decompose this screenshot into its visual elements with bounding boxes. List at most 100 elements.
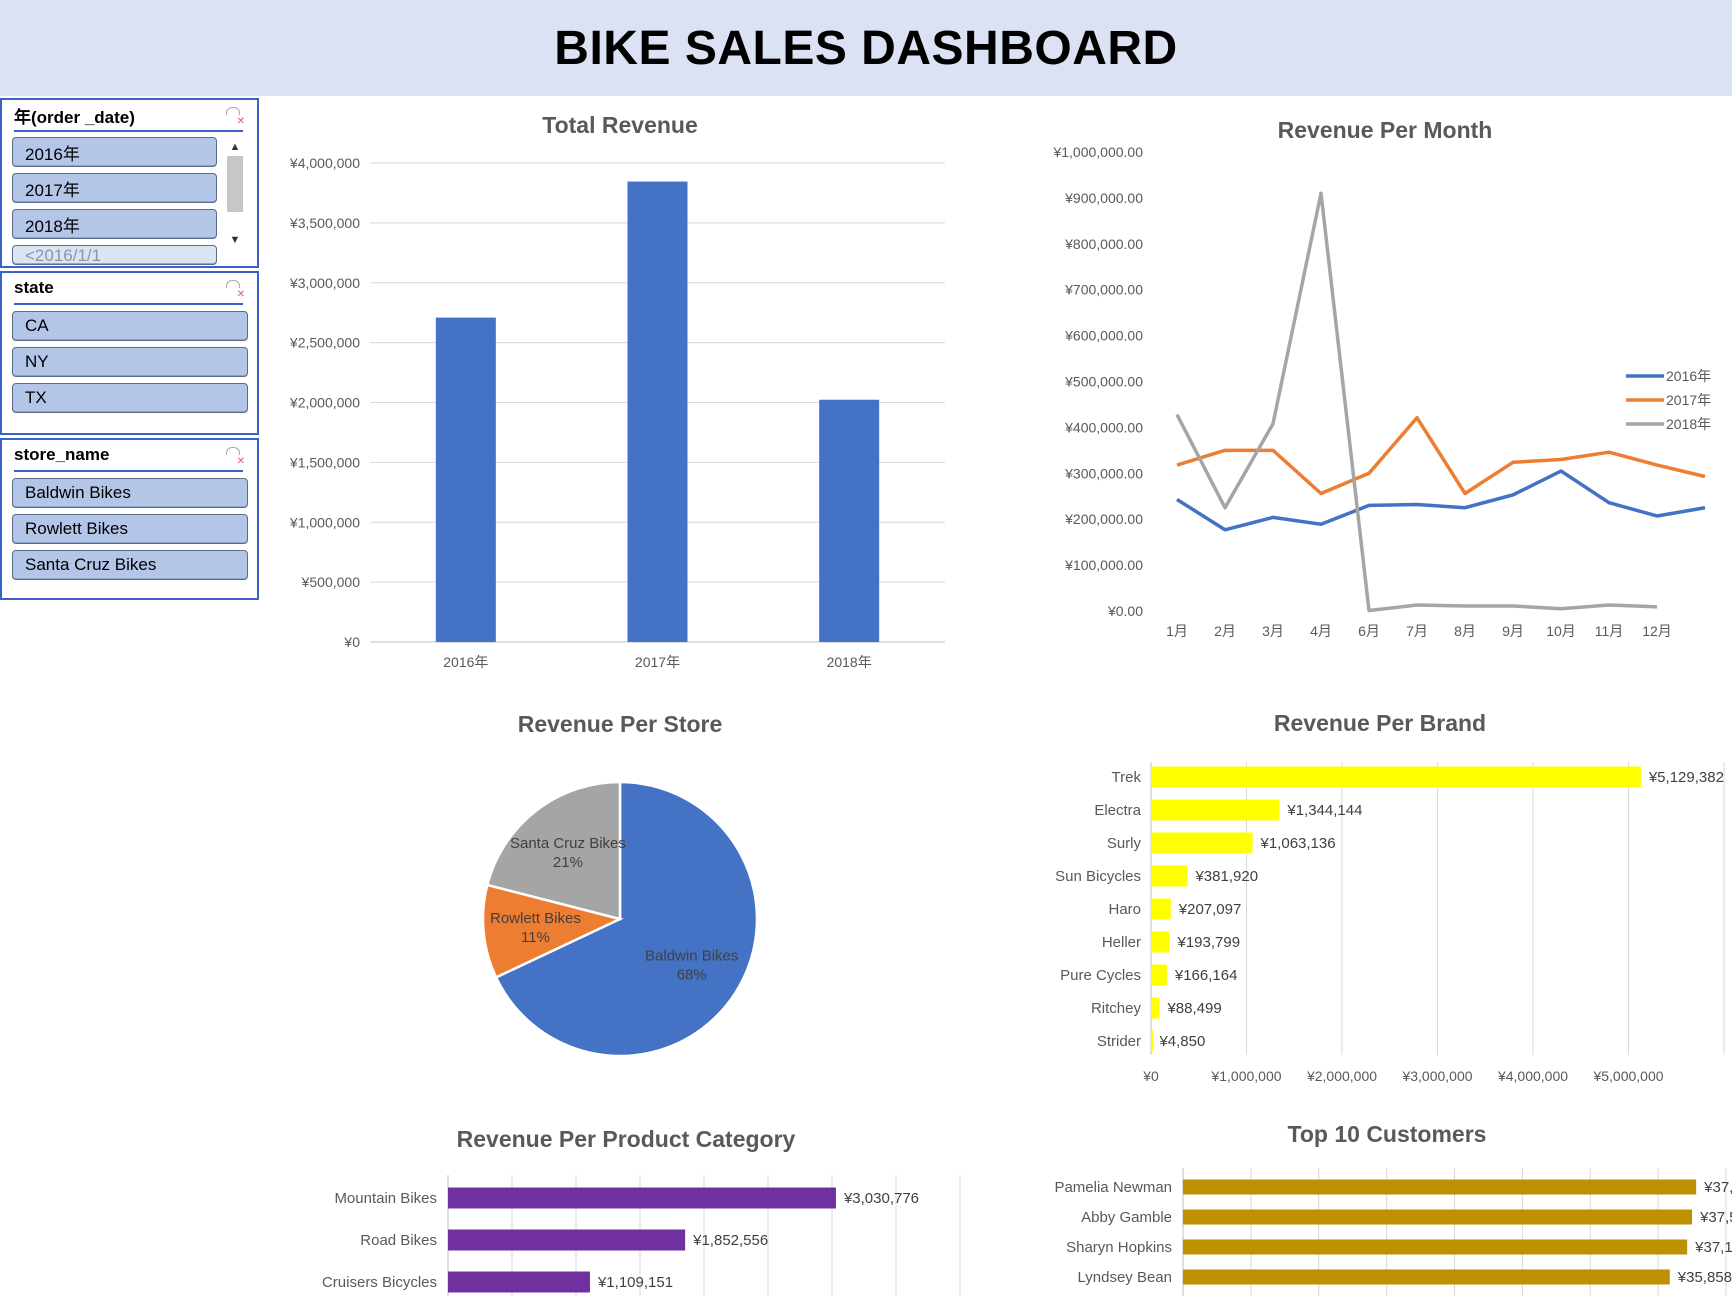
category-label: Ritchey [1091,1000,1142,1017]
y-tick-label: ¥2,000,000 [289,395,360,411]
y-tick-label: ¥800,000.00 [1064,236,1143,252]
category-label: Trek [1112,769,1142,786]
bar [435,317,496,642]
x-tick-label: 9月 [1502,623,1524,639]
bar [1151,898,1171,920]
x-tick-label: ¥1,000,000 [1210,1068,1281,1084]
bar [448,1271,590,1293]
category-label: Surly [1107,835,1142,852]
y-tick-label: ¥3,000,000 [289,275,360,291]
y-tick-label: ¥500,000 [301,574,361,590]
y-tick-label: ¥0 [343,634,360,650]
series-line [1175,191,1658,613]
slice-label: Santa Cruz Bikes [510,835,626,852]
y-tick-label: ¥400,000.00 [1064,419,1143,435]
x-tick-label: ¥4,000,000 [1497,1068,1568,1084]
data-label: ¥1,063,136 [1260,835,1336,852]
x-tick-label: 2018年 [827,654,872,670]
data-label: ¥88,499 [1166,1000,1221,1017]
slice-percent: 11% [521,929,550,946]
x-tick-label: 12月 [1642,623,1672,639]
data-label: ¥207,097 [1178,901,1242,918]
x-tick-label: 4月 [1310,623,1332,639]
x-tick-label: ¥2,000,000 [1306,1068,1377,1084]
bar [1183,1209,1693,1225]
data-label: ¥381,920 [1194,868,1258,885]
bar [448,1229,686,1251]
x-tick-label: 11月 [1595,623,1624,639]
data-label: ¥35,858 [1677,1269,1732,1286]
y-tick-label: ¥500,000.00 [1064,374,1143,390]
data-label: ¥5,129,382 [1648,769,1724,786]
data-label: ¥193,799 [1177,934,1241,951]
x-tick-label: 2016年 [443,654,488,670]
y-tick-label: ¥2,500,000 [289,335,360,351]
category-label: Electra [1094,802,1141,819]
bar [1151,766,1641,788]
category-label: Cruisers Bicycles [322,1274,437,1291]
bar [1151,832,1253,854]
y-tick-label: ¥0.00 [1107,603,1143,619]
data-label: ¥4,850 [1158,1033,1205,1050]
y-tick-label: ¥1,000,000.00 [1052,144,1143,160]
y-tick-label: ¥200,000.00 [1064,511,1143,527]
bar [1151,1030,1153,1052]
y-tick-label: ¥1,000,000 [289,514,360,530]
category-label: Sun Bicycles [1055,868,1141,885]
category-label: Lyndsey Bean [1077,1269,1172,1286]
bar [819,399,880,642]
y-tick-label: ¥700,000.00 [1064,282,1143,298]
x-tick-label: ¥5,000,000 [1592,1068,1663,1084]
y-tick-label: ¥3,500,000 [289,215,360,231]
data-label: ¥3,030,776 [843,1190,919,1207]
y-tick-label: ¥1,500,000 [289,454,360,470]
data-label: ¥1,852,556 [692,1232,768,1249]
category-label: Strider [1097,1033,1141,1050]
legend-label: 2018年 [1666,416,1711,432]
bar [1183,1269,1670,1285]
x-tick-label: 7月 [1406,623,1428,639]
x-tick-label: 6月 [1358,623,1380,639]
category-label: Heller [1102,934,1141,951]
bar [1183,1239,1688,1255]
x-tick-label: 2017年 [635,654,680,670]
y-tick-label: ¥900,000.00 [1064,190,1143,206]
y-tick-label: ¥300,000.00 [1064,465,1143,481]
bar [1151,997,1160,1019]
data-label: ¥37,802 [1703,1179,1732,1196]
bar [1151,865,1188,887]
bar [1151,964,1167,986]
x-tick-label: 8月 [1454,623,1476,639]
x-tick-label: ¥0 [1142,1068,1159,1084]
x-tick-label: 2月 [1214,623,1236,639]
y-tick-label: ¥100,000.00 [1064,557,1143,573]
data-label: ¥1,109,151 [597,1274,673,1291]
x-tick-label: ¥3,000,000 [1401,1068,1472,1084]
y-tick-label: ¥4,000,000 [289,155,360,171]
slice-label: Rowlett Bikes [490,910,581,927]
x-tick-label: 3月 [1262,623,1284,639]
data-label: ¥1,344,144 [1286,802,1362,819]
slice-percent: 68% [677,967,707,984]
y-tick-label: ¥600,000.00 [1064,328,1143,344]
x-tick-label: 10月 [1546,623,1576,639]
category-label: Sharyn Hopkins [1066,1239,1172,1256]
x-tick-label: 1月 [1166,623,1188,639]
bar [627,181,688,642]
category-label: Mountain Bikes [334,1190,437,1207]
slice-percent: 21% [553,854,583,871]
bar [448,1187,836,1209]
series-line [1176,469,1706,532]
bar [1151,931,1170,953]
category-label: Road Bikes [360,1232,437,1249]
data-label: ¥37,139 [1694,1239,1732,1256]
bar [1183,1179,1697,1195]
data-label: ¥37,501 [1699,1209,1732,1226]
charts-canvas: ¥0 ¥500,000 ¥1,000,000 ¥1,500,000 ¥2,000,000… [289,144,1732,1296]
slice-label: Baldwin Bikes [645,948,738,965]
category-label: Haro [1108,901,1141,918]
data-label: ¥166,164 [1174,967,1238,984]
legend-label: 2016年 [1666,368,1711,384]
legend-label: 2017年 [1666,392,1711,408]
category-label: Abby Gamble [1081,1209,1172,1226]
